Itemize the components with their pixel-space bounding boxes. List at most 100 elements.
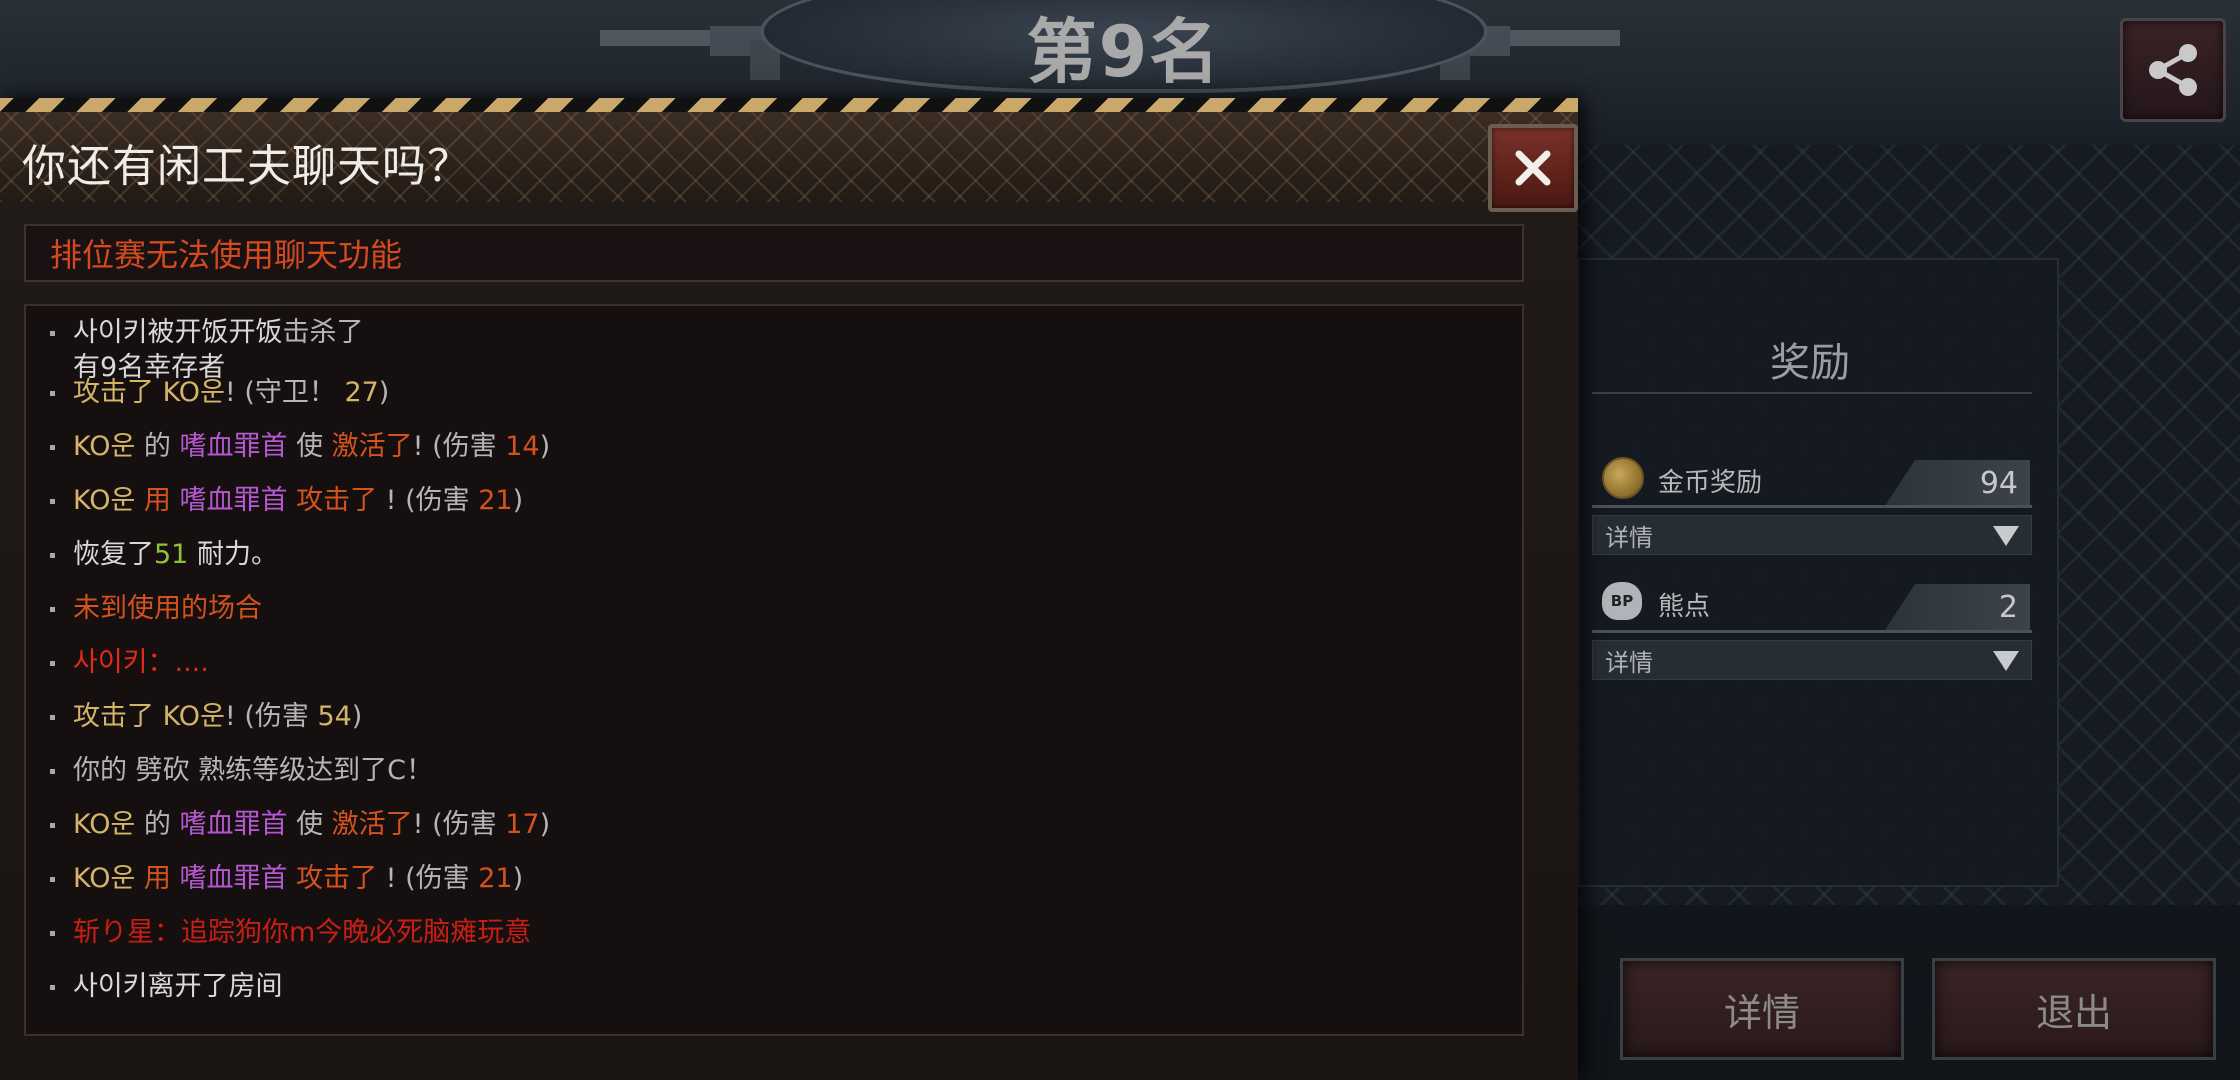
bullet-icon: [50, 445, 55, 450]
chat-line: KO운 用 嗜血罪首 攻击了 ! (伤害 21): [50, 478, 523, 517]
bullet-icon: [50, 985, 55, 990]
chat-line: 사이키：....: [50, 640, 209, 679]
chat-disabled-notice: 排位赛无法使用聊天功能: [24, 224, 1524, 282]
bear-points-icon: BP: [1602, 582, 1642, 620]
chat-segment: 的: [135, 809, 180, 840]
chat-line: KO운 的 嗜血罪首 使 激活了! (伤害 17): [50, 802, 550, 841]
details-button[interactable]: 详情: [1620, 958, 1904, 1060]
close-icon: [1515, 150, 1551, 186]
close-button[interactable]: [1488, 124, 1578, 212]
bear-points-detail-dropdown[interactable]: 详情: [1592, 640, 2032, 680]
chat-segment: 嗜血罪首: [179, 809, 288, 840]
chat-segment: ): [378, 377, 390, 408]
coin-icon: [1602, 457, 1644, 499]
bullet-icon: [50, 331, 55, 336]
chat-segment: 21: [478, 485, 513, 516]
modal-title: 你还有闲工夫聊天吗？: [22, 141, 472, 192]
bullet-icon: [50, 661, 55, 666]
chat-segment: 嗜血罪首: [179, 485, 288, 516]
chat-line: KO운 用 嗜血罪首 攻击了 ! (伤害 21): [50, 856, 523, 895]
bullet-icon: [50, 391, 55, 396]
bullet-icon: [50, 607, 55, 612]
chat-segment: ): [512, 863, 524, 894]
chat-segment: 耐力。: [188, 539, 278, 570]
coin-reward-label: 金币奖励: [1658, 468, 1763, 498]
chat-segment: 사이키离开了房间: [73, 971, 283, 1002]
modal-header: 你还有闲工夫聊天吗？: [0, 112, 1578, 212]
chat-line: 斩り星：追踪狗你m今晚必死脑瘫玩意: [50, 910, 531, 949]
bear-points-label: 熊点: [1658, 592, 1711, 622]
bullet-icon: [50, 769, 55, 774]
bullet-icon: [50, 931, 55, 936]
chat-segment: ! (伤害: [385, 485, 479, 516]
chat-log[interactable]: 사이키被开饭开饭击杀了 有9名幸存者 攻击了 KO운! (守卫！ 27) KO운 的 …: [24, 304, 1524, 1036]
chat-segment: KO운: [73, 431, 136, 462]
bullet-icon: [50, 499, 55, 504]
bear-points-underline: [1592, 630, 2032, 633]
chat-line: 未到使用的场合: [50, 586, 262, 625]
chat-segment: ! (伤害: [412, 809, 506, 840]
chevron-down-icon: [1993, 651, 2019, 671]
chat-segment: 사이키: [73, 317, 148, 348]
chat-segment: KO운: [73, 485, 136, 516]
share-button[interactable]: [2120, 18, 2226, 122]
coin-reward-underline: [1592, 505, 2032, 508]
chat-line: 你的 劈砍 熟练等级达到了C！: [50, 748, 433, 787]
bullet-icon: [50, 715, 55, 720]
coin-detail-label: 详情: [1605, 523, 1653, 552]
chat-segment: 21: [478, 863, 513, 894]
chat-segment: 激活了: [331, 431, 413, 462]
chat-segment: 攻击了: [287, 485, 386, 516]
exit-button[interactable]: 退出: [1932, 958, 2216, 1060]
chat-segment: 被开饭开饭: [147, 317, 283, 348]
bullet-icon: [50, 823, 55, 828]
coin-detail-dropdown[interactable]: 详情: [1592, 515, 2032, 555]
chat-segment: 攻击了 KO운: [73, 701, 225, 732]
chat-segment: 사이키：....: [73, 647, 209, 678]
notice-text: 排位赛无法使用聊天功能: [50, 236, 403, 274]
chat-segment: 51: [154, 539, 189, 570]
chat-line: 攻击了 KO운! (守卫！ 27): [50, 370, 389, 409]
chat-segment: KO운: [73, 863, 136, 894]
chat-line: 攻击了 KO운! (伤害 54): [50, 694, 362, 733]
bullet-icon: [50, 877, 55, 882]
rank-title: 第9名: [1026, 11, 1222, 93]
chat-segment: 用: [135, 485, 180, 516]
chat-segment: 17: [505, 809, 540, 840]
chat-segment: 攻击了: [287, 863, 386, 894]
chat-segment: 嗜血罪首: [179, 431, 288, 462]
chevron-down-icon: [1993, 526, 2019, 546]
hazard-stripe: [0, 98, 1578, 112]
reward-divider: [1592, 392, 2032, 394]
chat-segment: ): [512, 485, 524, 516]
share-icon: [2149, 44, 2197, 96]
bullet-icon: [50, 553, 55, 558]
chat-segment: 斩り星：追踪狗你m今晚必死脑瘫玩意: [73, 917, 532, 948]
reward-title: 奖励: [1770, 340, 1850, 386]
chat-segment: ): [351, 701, 363, 732]
chat-segment: 嗜血罪首: [179, 863, 288, 894]
chat-line: KO운 的 嗜血罪首 使 激活了! (伤害 14): [50, 424, 550, 463]
chat-segment: 用: [135, 863, 180, 894]
chat-segment: 攻击了 KO운: [73, 377, 225, 408]
chat-segment: 的: [135, 431, 180, 462]
chat-segment: 14: [505, 431, 540, 462]
chat-segment: ! (守卫！: [224, 377, 345, 408]
chat-line: 恢复了51 耐力。: [50, 532, 278, 571]
chat-segment: ): [539, 809, 551, 840]
chat-segment: 使: [287, 431, 332, 462]
chat-segment: 你的 劈砍 熟练等级达到了C！: [73, 755, 434, 786]
chat-segment: ! (伤害: [385, 863, 479, 894]
chat-segment: 未到使用的场合: [73, 593, 262, 624]
chat-segment: 击杀了: [282, 317, 364, 348]
chat-segment: 27: [344, 377, 379, 408]
chat-segment: 54: [317, 701, 352, 732]
chat-line: 사이키离开了房间: [50, 964, 283, 1003]
bear-points-icon-text: BP: [1610, 592, 1634, 610]
chat-segment: 恢复了: [73, 539, 154, 570]
chat-segment: 使: [287, 809, 332, 840]
chat-modal: 你还有闲工夫聊天吗？ 排位赛无法使用聊天功能 사이키被开饭开饭击杀了 有9名幸存者…: [0, 98, 1578, 1080]
chat-segment: 激活了: [331, 809, 413, 840]
chat-segment: ! (伤害: [224, 701, 318, 732]
chat-segment: ): [539, 431, 551, 462]
